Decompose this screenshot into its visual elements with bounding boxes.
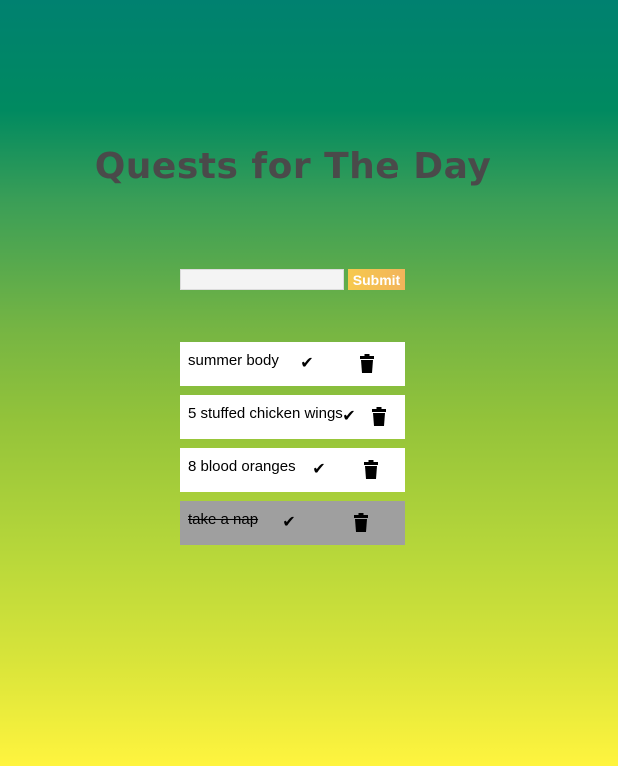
- page-title: Quests for The Day: [94, 146, 492, 187]
- todo-item-label: take a nap: [188, 511, 259, 528]
- todo-item-label: 8 blood oranges: [188, 458, 296, 475]
- check-icon[interactable]: ✔: [339, 407, 359, 427]
- check-icon[interactable]: ✔: [279, 513, 299, 533]
- trash-icon[interactable]: [372, 407, 386, 426]
- todo-item: 8 blood oranges ✔: [180, 448, 405, 492]
- todo-list: summer body ✔ 5 stuffed chicken wings ✔ …: [180, 342, 405, 554]
- task-input[interactable]: [180, 269, 344, 290]
- check-icon[interactable]: ✔: [297, 354, 317, 374]
- check-icon[interactable]: ✔: [309, 460, 329, 480]
- todo-item-label: summer body: [188, 352, 279, 369]
- todo-item-label: 5 stuffed chicken wings: [188, 405, 343, 422]
- todo-form: Submit: [180, 269, 405, 290]
- todo-item-completed: take a nap ✔: [180, 501, 405, 545]
- trash-icon[interactable]: [364, 460, 378, 479]
- submit-button[interactable]: Submit: [348, 269, 405, 290]
- todo-item: summer body ✔: [180, 342, 405, 386]
- todo-item: 5 stuffed chicken wings ✔: [180, 395, 405, 439]
- trash-icon[interactable]: [360, 354, 374, 373]
- trash-icon[interactable]: [354, 513, 368, 532]
